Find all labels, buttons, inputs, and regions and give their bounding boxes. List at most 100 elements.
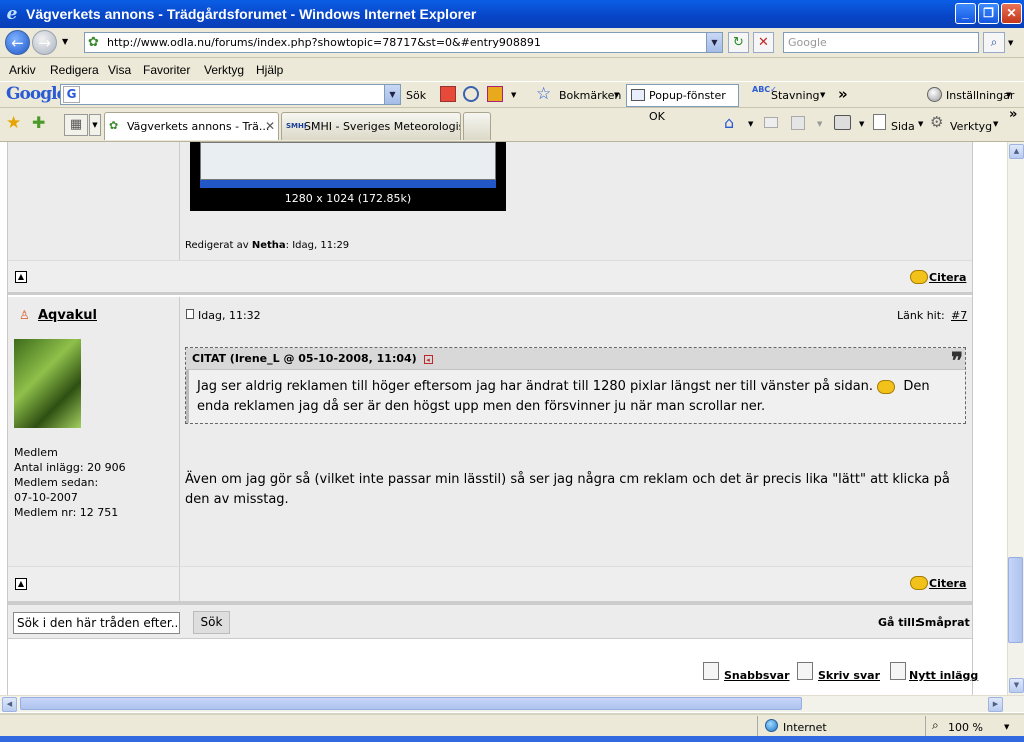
zoom-level[interactable]: 100 % <box>948 721 983 734</box>
add-favorite-icon[interactable]: ✚ <box>32 113 45 132</box>
menu-visa[interactable]: Visa <box>108 63 131 77</box>
stop-button[interactable]: ✕ <box>753 32 774 53</box>
addons-dropdown-icon[interactable]: ▼ <box>511 91 516 99</box>
google-toolbar: Google G ▼ Sök ▼ ☆ Bokmärken ▼ Popup-fön… <box>0 81 1024 123</box>
tools-dropdown-icon[interactable]: ▼ <box>993 120 998 128</box>
settings-dropdown-icon[interactable]: ▼ <box>1006 91 1011 99</box>
member-rank: Medlem <box>14 446 58 459</box>
close-tab-icon[interactable]: ✕ <box>265 113 275 140</box>
google-search-button[interactable]: Sök <box>406 89 426 102</box>
edited-by: Netha <box>251 240 286 251</box>
more-commands-chevron-icon[interactable]: » <box>1009 107 1017 122</box>
horizontal-scroll-thumb[interactable] <box>20 697 802 710</box>
print-dropdown-icon[interactable]: ▼ <box>859 120 864 128</box>
quick-tabs-icon[interactable]: ▦ <box>64 114 88 136</box>
quote-button[interactable]: Citera <box>929 271 966 284</box>
google-logo: Google <box>6 84 67 104</box>
scroll-down-icon[interactable]: ▼ <box>1009 678 1024 693</box>
settings-button[interactable]: Inställningar <box>946 89 1014 102</box>
google-search-input[interactable]: G ▼ <box>60 84 401 105</box>
post-text: Även om jag gör så (vilket inte passar m… <box>185 472 950 507</box>
restore-button[interactable]: ❐ <box>978 3 999 24</box>
goto-forum-link[interactable]: Småprat <box>917 616 970 629</box>
write-reply-button[interactable]: Skriv svar <box>818 669 880 682</box>
refresh-button[interactable]: ↻ <box>728 32 749 53</box>
forward-button[interactable]: → <box>32 30 57 55</box>
scroll-left-icon[interactable]: ◀ <box>2 697 17 712</box>
author-avatar[interactable] <box>14 339 81 428</box>
close-button[interactable]: ✕ <box>1001 3 1022 24</box>
puzzle-icon[interactable] <box>487 86 503 102</box>
home-dropdown-icon[interactable]: ▼ <box>748 120 753 128</box>
news-icon[interactable] <box>440 86 456 102</box>
page-icon <box>873 114 886 130</box>
search-options-icon[interactable]: ▼ <box>1008 39 1013 47</box>
history-dropdown-icon[interactable]: ▼ <box>62 37 68 46</box>
member-info: Medlem Antal inlägg: 20 906 Medlem sedan… <box>14 445 126 520</box>
bookmarks-button[interactable]: Bokmärken <box>559 89 621 102</box>
spyglass-icon[interactable] <box>463 86 479 102</box>
menu-arkiv[interactable]: Arkiv <box>9 63 36 77</box>
star-icon[interactable]: ☆ <box>536 84 551 104</box>
rss-feed-icon[interactable] <box>791 116 805 130</box>
popup-blocker-button[interactable]: Popup-fönster OK <box>626 84 739 123</box>
spellcheck-dropdown-icon[interactable]: ▼ <box>820 91 825 99</box>
feed-dropdown-icon[interactable]: ▼ <box>817 120 822 128</box>
more-tools-chevron-icon[interactable]: » <box>838 85 848 103</box>
scroll-right-icon[interactable]: ▶ <box>988 697 1003 712</box>
status-divider <box>925 716 926 736</box>
new-topic-button[interactable]: Nytt inlägg <box>909 669 978 682</box>
print-icon[interactable] <box>834 115 851 130</box>
menu-favoriter[interactable]: Favoriter <box>143 63 190 77</box>
quick-reply-button[interactable]: Snabbsvar <box>724 669 790 682</box>
thread-search-button[interactable]: Sök <box>193 611 230 634</box>
address-input[interactable]: ✿ http://www.odla.nu/forums/index.php?sh… <box>84 32 723 53</box>
favorites-star-icon[interactable]: ★ <box>6 113 21 133</box>
screenshot-thumbnail[interactable]: 1280 x 1024 (172.85k) <box>190 142 506 211</box>
forward-arrow-icon: → <box>38 34 51 52</box>
vertical-scroll-thumb[interactable] <box>1008 557 1023 643</box>
quote-button[interactable]: Citera <box>929 577 966 590</box>
tab-vagverkets[interactable]: ✿ Vägverkets annons - Trä... ✕ <box>104 112 279 140</box>
quote-mark-icon: ❞ <box>951 348 963 374</box>
back-button[interactable]: ← <box>5 30 30 55</box>
new-tab-button[interactable] <box>463 112 491 140</box>
back-arrow-icon: ← <box>11 34 24 52</box>
status-progress-track <box>0 713 1024 715</box>
menu-verktyg[interactable]: Verktyg <box>204 63 244 77</box>
edited-time: : Idag, 11:29 <box>285 240 350 251</box>
thumbnail-caption: 1280 x 1024 (172.85k) <box>284 192 412 205</box>
minimize-button[interactable]: _ <box>955 3 976 24</box>
bookmarks-dropdown-icon[interactable]: ▼ <box>614 91 619 99</box>
address-dropdown-icon[interactable]: ▼ <box>706 33 722 52</box>
spellcheck-button[interactable]: Stavning <box>771 89 820 102</box>
member-since-label: Medlem sedan: <box>14 476 99 489</box>
web-search-input[interactable]: Google <box>783 32 979 53</box>
page-menu-button[interactable]: Sida <box>891 120 915 133</box>
site-favicon-icon: ✿ <box>88 35 99 50</box>
tools-menu-button[interactable]: Verktyg <box>950 120 992 133</box>
page-dropdown-icon[interactable]: ▼ <box>918 120 923 128</box>
smhi-favicon-icon: SMHI <box>286 122 307 130</box>
member-since-date: 07-10-2007 <box>14 491 78 504</box>
author-link[interactable]: Aqvakul <box>38 308 97 323</box>
zoom-dropdown-icon[interactable]: ▼ <box>1004 723 1009 731</box>
window-title: Vägverkets annons - Trädgårdsforumet - W… <box>26 6 477 22</box>
new-topic-icon <box>890 662 906 680</box>
quote-source-icon[interactable]: ◂ <box>423 354 433 364</box>
author-cell: ♙ Aqvakul <box>8 297 179 333</box>
scroll-top-icon[interactable]: ▲ <box>15 271 27 283</box>
home-icon[interactable]: ⌂ <box>724 113 734 132</box>
menu-redigera[interactable]: Redigera <box>50 63 99 77</box>
google-logo-text: Google <box>6 84 67 104</box>
tab-list-dropdown-icon[interactable]: ▼ <box>89 114 101 136</box>
thread-search-input[interactable]: Sök i den här tråden efter... <box>13 612 180 634</box>
permalink-link[interactable]: #7 <box>951 309 967 322</box>
tab-smhi[interactable]: SMHI SMHI - Sveriges Meteorologis... <box>281 112 461 140</box>
mail-icon[interactable] <box>764 117 778 128</box>
scroll-top-icon[interactable]: ▲ <box>15 578 27 590</box>
scroll-up-icon[interactable]: ▲ <box>1009 144 1024 159</box>
search-button[interactable]: ⌕ <box>983 32 1005 53</box>
google-search-dropdown-icon[interactable]: ▼ <box>384 85 400 104</box>
menu-hjalp[interactable]: Hjälp <box>256 63 283 77</box>
